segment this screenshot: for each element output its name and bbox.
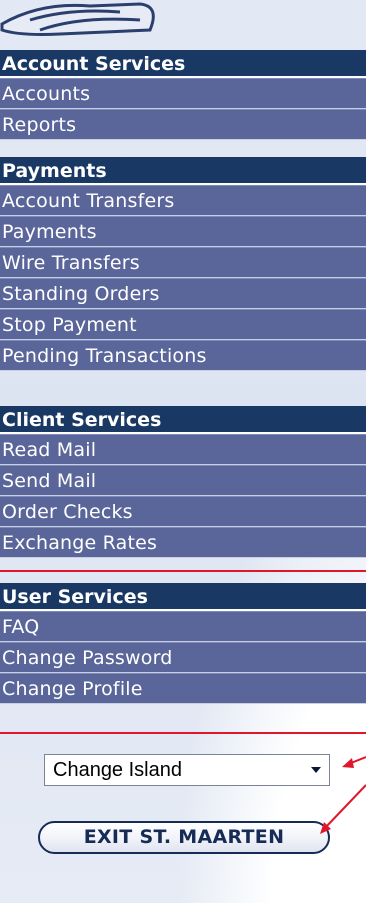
section-user-services: User Services FAQ Change Password Change… — [0, 583, 366, 704]
annotation-line — [0, 732, 366, 734]
menu-item-faq[interactable]: FAQ — [0, 611, 366, 642]
section-account-services: Account Services Accounts Reports — [0, 50, 366, 140]
menu-item-send-mail[interactable]: Send Mail — [0, 465, 366, 496]
section-client-services: Client Services Read Mail Send Mail Orde… — [0, 406, 366, 558]
menu-item-accounts[interactable]: Accounts — [0, 78, 366, 109]
menu-item-account-transfers[interactable]: Account Transfers — [0, 185, 366, 216]
section-header: Client Services — [0, 406, 366, 434]
menu-item-read-mail[interactable]: Read Mail — [0, 434, 366, 465]
annotation-line — [0, 570, 366, 572]
menu-item-order-checks[interactable]: Order Checks — [0, 496, 366, 527]
menu-item-change-profile[interactable]: Change Profile — [0, 673, 366, 704]
select-value: Change Island — [53, 758, 182, 781]
section-payments: Payments Account Transfers Payments Wire… — [0, 157, 366, 371]
bank-logo — [0, 0, 366, 44]
section-header: Payments — [0, 157, 366, 185]
menu-item-change-password[interactable]: Change Password — [0, 642, 366, 673]
menu-item-reports[interactable]: Reports — [0, 109, 366, 140]
menu-item-standing-orders[interactable]: Standing Orders — [0, 278, 366, 309]
logo-swoosh-icon — [0, 2, 155, 36]
change-island-select[interactable]: Change Island — [44, 754, 330, 786]
exit-button[interactable]: EXIT ST. MAARTEN — [38, 821, 330, 854]
menu-item-wire-transfers[interactable]: Wire Transfers — [0, 247, 366, 278]
section-header: User Services — [0, 583, 366, 611]
section-header: Account Services — [0, 50, 366, 78]
menu-item-stop-payment[interactable]: Stop Payment — [0, 309, 366, 340]
menu-item-exchange-rates[interactable]: Exchange Rates — [0, 527, 366, 558]
menu-item-pending-transactions[interactable]: Pending Transactions — [0, 340, 366, 371]
menu-item-payments[interactable]: Payments — [0, 216, 366, 247]
dropdown-arrow-icon — [311, 767, 321, 773]
